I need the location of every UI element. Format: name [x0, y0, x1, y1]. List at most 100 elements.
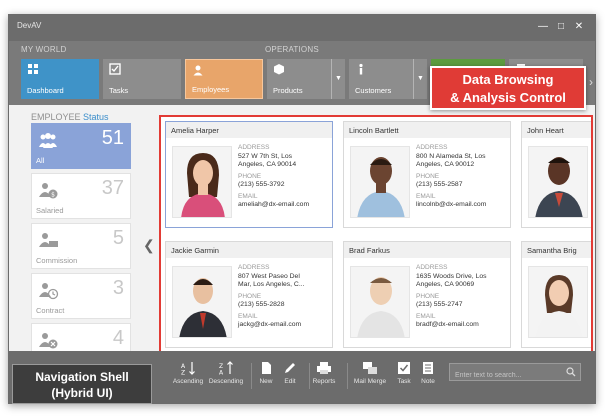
- employee-card[interactable]: John Heart: [521, 121, 591, 228]
- filter-label: Salaried: [36, 206, 64, 215]
- nav-tile-products[interactable]: Products ▼: [267, 59, 345, 99]
- edit-pencil-icon: [285, 363, 295, 373]
- maximize-icon[interactable]: □: [553, 19, 569, 35]
- address-line2: Mar, Los Angeles, C...: [238, 281, 305, 288]
- filter-title-prefix: EMPLOYEE: [31, 112, 81, 122]
- address-label: ADDRESS: [416, 144, 448, 151]
- address-label: ADDRESS: [238, 144, 270, 151]
- group-label-operations: OPERATIONS: [265, 45, 319, 54]
- mail-merge-icon: [363, 362, 377, 374]
- minimize-icon[interactable]: —: [535, 19, 551, 35]
- note-icon: [423, 362, 433, 374]
- address-line1: 807 West Paseo Del: [238, 272, 300, 280]
- employee-name: Samantha Brig: [522, 242, 591, 258]
- filter-item-salaried[interactable]: $ 37 Salaried: [31, 173, 131, 219]
- phone-value: (213) 555-2747: [416, 301, 463, 308]
- email-value[interactable]: ameliah@dx-email.com: [238, 201, 332, 210]
- collapse-panel-icon[interactable]: ❮: [143, 237, 155, 254]
- employee-name: Jackie Garmin: [166, 242, 332, 258]
- employee-card[interactable]: Jackie Garmin ADDRESS 807 West Paseo Del…: [165, 241, 333, 348]
- phone-value: (213) 555-3792: [238, 181, 285, 188]
- terminated-icon: [39, 333, 58, 349]
- employee-name: Lincoln Bartlett: [344, 122, 510, 138]
- email-value[interactable]: lincolnb@dx-email.com: [416, 201, 510, 210]
- employee-card[interactable]: Lincoln Bartlett ADDRESS 800 N Alameda S…: [343, 121, 511, 228]
- employees-icon: [193, 65, 203, 76]
- email-label: EMAIL: [238, 312, 258, 320]
- note-button[interactable]: Note: [409, 361, 447, 385]
- employee-photo: [528, 146, 588, 218]
- tasks-icon: [109, 63, 121, 75]
- data-browsing-callout: Data Browsing & Analysis Control: [430, 66, 586, 110]
- chevron-down-icon[interactable]: ▼: [331, 59, 345, 99]
- employee-card[interactable]: Amelia Harper ADDRESS 527 W 7th St, Los …: [165, 121, 333, 228]
- employee-name: John Heart: [522, 122, 591, 138]
- filter-count: 3: [112, 277, 124, 299]
- email-value[interactable]: bradf@dx-email.com: [416, 321, 510, 330]
- toolbar-label: Descending: [208, 378, 244, 385]
- employee-photo: [350, 266, 410, 338]
- toolbar-label: Ascending: [172, 378, 204, 385]
- reports-button[interactable]: Reports: [305, 361, 343, 385]
- toolbar-divider: [347, 363, 348, 389]
- sort-ascending-icon: AZ: [181, 362, 195, 375]
- filter-item-commission[interactable]: 5 Commission: [31, 223, 131, 269]
- chevron-right-icon[interactable]: ›: [589, 75, 593, 89]
- employee-photo: [172, 266, 232, 338]
- edit-button[interactable]: Edit: [271, 361, 309, 385]
- email-label: EMAIL: [416, 192, 436, 200]
- search-box[interactable]: [449, 363, 581, 384]
- nav-tile-customers[interactable]: Customers ▼: [349, 59, 427, 99]
- email-value[interactable]: jackg@dx-email.com: [238, 321, 332, 330]
- employee-info: ADDRESS 800 N Alameda St, Los Angeles, C…: [416, 144, 510, 210]
- email-label: EMAIL: [238, 192, 258, 200]
- address-line2: Angeles, CA 90012: [416, 161, 475, 168]
- sort-descending-button[interactable]: ZA Descending: [207, 361, 245, 385]
- callout-line: (Hybrid UI): [51, 386, 113, 400]
- sort-descending-icon: ZA: [219, 361, 233, 375]
- close-icon[interactable]: ✕: [571, 19, 587, 35]
- callout-line: & Analysis Control: [450, 90, 566, 105]
- filter-item-contract[interactable]: 3 Contract: [31, 273, 131, 319]
- toolbar-label: Note: [421, 378, 435, 385]
- chevron-down-icon[interactable]: ▼: [413, 59, 427, 99]
- callout-line: Navigation Shell: [35, 370, 129, 384]
- mail-merge-button[interactable]: Mail Merge: [351, 361, 389, 385]
- phone-label: PHONE: [416, 172, 440, 180]
- contract-icon: [39, 283, 59, 300]
- address-line2: Angeles, CA 90014: [238, 161, 297, 168]
- employee-card[interactable]: Samantha Brig: [521, 241, 591, 348]
- employee-photo: [172, 146, 232, 218]
- search-input[interactable]: [450, 367, 560, 384]
- filter-label: Commission: [36, 256, 78, 265]
- sort-ascending-button[interactable]: AZ Ascending: [169, 361, 207, 385]
- employee-photo: [528, 266, 588, 338]
- filter-title-accent[interactable]: Status: [83, 112, 109, 122]
- employee-info: ADDRESS 527 W 7th St, Los Angeles, CA 90…: [238, 144, 332, 210]
- address-line1: 527 W 7th St, Los: [238, 152, 293, 160]
- phone-label: PHONE: [238, 172, 262, 180]
- filter-count: 5: [112, 227, 124, 249]
- employees-group-icon: [39, 133, 57, 148]
- products-icon: [274, 64, 284, 75]
- employee-cards-view: Amelia Harper ADDRESS 527 W 7th St, Los …: [159, 115, 593, 360]
- group-label-my-world: MY WORLD: [21, 45, 67, 54]
- filter-item-all[interactable]: 51 All: [31, 123, 131, 169]
- phone-label: PHONE: [416, 292, 440, 300]
- employee-card[interactable]: Brad Farkus ADDRESS 1635 Woods Drive, Lo…: [343, 241, 511, 348]
- nav-tile-label: Products: [273, 86, 303, 95]
- commission-icon: [39, 233, 58, 247]
- customers-icon: [359, 63, 363, 75]
- print-icon: [317, 362, 331, 374]
- employee-name: Brad Farkus: [344, 242, 510, 258]
- nav-tile-label: Employees: [192, 85, 230, 94]
- nav-tile-tasks[interactable]: Tasks: [103, 59, 181, 99]
- email-label: EMAIL: [416, 312, 436, 320]
- nav-tile-dashboard[interactable]: Dashboard: [21, 59, 99, 99]
- toolbar-label: Reports: [312, 378, 336, 385]
- search-icon[interactable]: [566, 367, 576, 377]
- title-bar: DevAV — □ ✕: [9, 15, 595, 41]
- filter-label: Contract: [36, 306, 65, 315]
- employee-info: ADDRESS 1635 Woods Drive, Los Angeles, C…: [416, 264, 510, 330]
- nav-tile-employees[interactable]: Employees: [185, 59, 263, 99]
